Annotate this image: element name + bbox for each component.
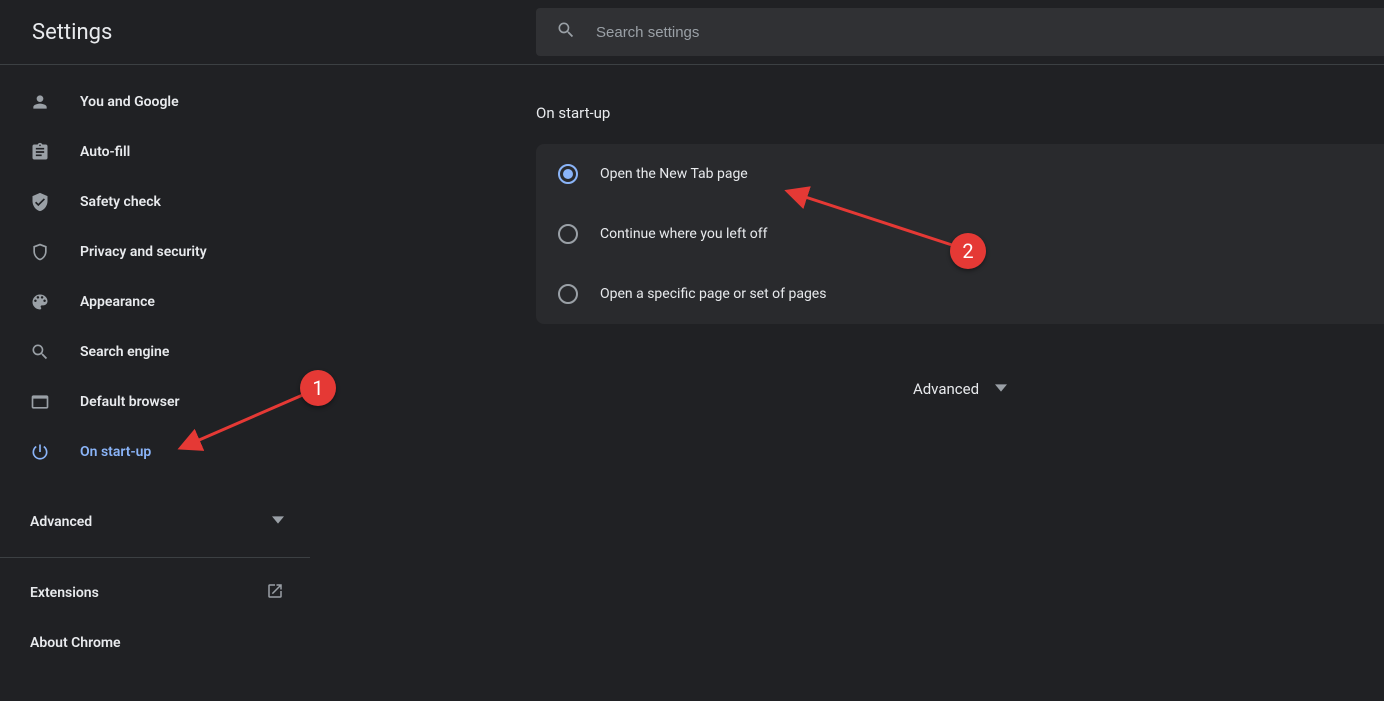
radio-indicator (558, 284, 578, 304)
sidebar-item-label: Extensions (30, 585, 99, 601)
main-content: On start-up Open the New Tab page Contin… (536, 64, 1384, 701)
radio-indicator (558, 224, 578, 244)
search-input[interactable] (594, 7, 1384, 57)
sidebar-item-search-engine[interactable]: Search engine (0, 327, 310, 377)
sidebar-item-label: You and Google (80, 94, 179, 110)
chevron-down-icon (272, 514, 284, 530)
sidebar-item-default-browser[interactable]: Default browser (0, 377, 310, 427)
startup-options-card: Open the New Tab page Continue where you… (536, 144, 1384, 324)
page-title: Settings (32, 20, 112, 45)
sidebar-item-label: About Chrome (30, 635, 121, 651)
sidebar-item-autofill[interactable]: Auto-fill (0, 127, 310, 177)
shield-check-icon (30, 192, 50, 212)
sidebar-item-label: Safety check (80, 194, 161, 210)
sidebar-divider (0, 557, 310, 558)
sidebar-advanced-label: Advanced (30, 514, 92, 530)
person-icon (30, 92, 50, 112)
browser-icon (30, 392, 50, 412)
clipboard-icon (30, 142, 50, 162)
sidebar-item-appearance[interactable]: Appearance (0, 277, 310, 327)
search-icon (556, 20, 576, 44)
sidebar-item-on-startup[interactable]: On start-up (0, 427, 310, 477)
sidebar-item-label: Privacy and security (80, 244, 207, 260)
header: Settings (0, 0, 1384, 64)
option-new-tab[interactable]: Open the New Tab page (536, 144, 1384, 204)
search-box[interactable] (536, 8, 1384, 56)
sidebar-item-extensions[interactable]: Extensions (0, 568, 310, 618)
sidebar-item-privacy[interactable]: Privacy and security (0, 227, 310, 277)
sidebar-item-safety-check[interactable]: Safety check (0, 177, 310, 227)
power-icon (30, 442, 50, 462)
shield-icon (30, 242, 50, 262)
external-link-icon (266, 582, 284, 604)
radio-indicator (558, 164, 578, 184)
sidebar-item-you-and-google[interactable]: You and Google (0, 77, 310, 127)
option-label: Continue where you left off (600, 226, 768, 242)
section-title: On start-up (536, 104, 1384, 122)
sidebar-item-label: On start-up (80, 444, 151, 460)
sidebar-item-label: Appearance (80, 294, 155, 310)
option-label: Open a specific page or set of pages (600, 286, 826, 302)
sidebar-advanced-toggle[interactable]: Advanced (0, 497, 310, 547)
palette-icon (30, 292, 50, 312)
search-icon (30, 342, 50, 362)
chevron-down-icon (995, 380, 1007, 398)
option-continue[interactable]: Continue where you left off (536, 204, 1384, 264)
main-advanced-label: Advanced (913, 380, 979, 398)
option-specific-pages[interactable]: Open a specific page or set of pages (536, 264, 1384, 324)
sidebar-item-label: Default browser (80, 394, 180, 410)
sidebar-item-label: Search engine (80, 344, 169, 360)
sidebar: You and Google Auto-fill Safety check Pr… (0, 64, 310, 661)
sidebar-item-label: Auto-fill (80, 144, 130, 160)
option-label: Open the New Tab page (600, 166, 748, 182)
main-advanced-toggle[interactable]: Advanced (536, 380, 1384, 398)
